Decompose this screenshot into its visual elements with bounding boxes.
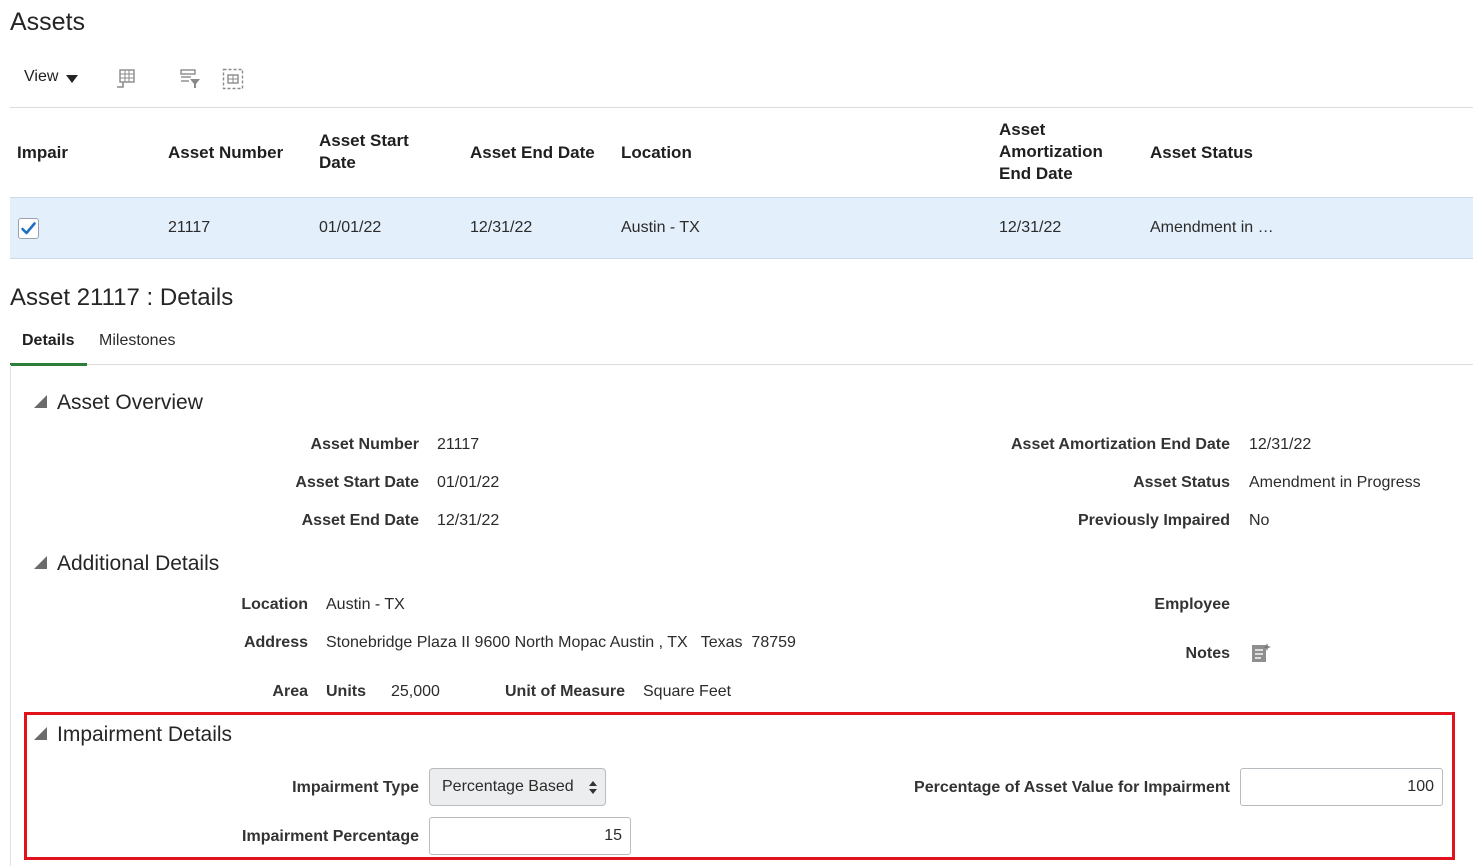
query-by-example-icon[interactable] [179, 68, 201, 90]
notes-icon[interactable] [1250, 642, 1272, 664]
freeze-columns-icon[interactable] [114, 68, 136, 90]
cell-asset-status: Amendment in … [1150, 219, 1274, 236]
label-asset-status: Asset Status [1133, 474, 1230, 491]
label-employee: Employee [1154, 596, 1230, 613]
impair-checkbox[interactable] [18, 218, 39, 239]
page-title: Assets [10, 8, 86, 36]
label-impairment-type: Impairment Type [292, 779, 419, 796]
cell-asset-start-date: 01/01/22 [319, 219, 382, 236]
impairment-type-value: Percentage Based [442, 778, 574, 795]
label-location: Location [241, 596, 308, 613]
label-asset-end-date: Asset End Date [301, 512, 419, 529]
section-title-impairment-details: Impairment Details [57, 723, 233, 746]
percentage-of-asset-value-input[interactable]: 100 [1240, 768, 1443, 806]
column-header-asset-end-date[interactable]: Asset End Date [470, 142, 595, 164]
column-header-asset-status[interactable]: Asset Status [1150, 142, 1253, 164]
column-header-line: Asset [999, 120, 1046, 139]
detach-icon[interactable] [222, 68, 244, 90]
label-impairment-percentage: Impairment Percentage [242, 828, 419, 845]
select-updown-icon [589, 781, 597, 794]
value-address: Stonebridge Plaza II 9600 North Mopac Au… [326, 634, 796, 651]
label-units: Units [326, 683, 366, 700]
caret-down-icon [66, 74, 79, 83]
cell-amortization-end-date: 12/31/22 [999, 219, 1062, 236]
label-address: Address [243, 634, 308, 651]
value-amortization-end-date: 12/31/22 [1249, 436, 1312, 453]
column-header-line: End Date [999, 164, 1073, 183]
value-location: Austin - TX [326, 596, 405, 613]
label-asset-number: Asset Number [310, 436, 419, 453]
label-area: Area [272, 683, 308, 700]
value-previously-impaired: No [1249, 512, 1270, 529]
table-top-divider [10, 107, 1473, 108]
label-unit-of-measure: Unit of Measure [504, 683, 625, 700]
label-previously-impaired: Previously Impaired [1077, 512, 1230, 529]
checkmark-icon [21, 222, 36, 235]
column-header-asset-number[interactable]: Asset Number [168, 142, 283, 164]
column-header-line: Amortization [999, 142, 1103, 161]
section-title-additional-details: Additional Details [57, 552, 220, 575]
value-asset-end-date: 12/31/22 [437, 512, 500, 529]
column-header-location[interactable]: Location [621, 142, 692, 164]
collapse-triangle-icon[interactable] [34, 395, 47, 408]
value-asset-number: 21117 [437, 436, 480, 453]
value-asset-start-date: 01/01/22 [437, 474, 500, 491]
tab-milestones[interactable]: Milestones [99, 332, 175, 350]
content-left-border [10, 365, 11, 866]
tabs-divider [10, 364, 1473, 365]
cell-asset-end-date: 12/31/22 [470, 219, 533, 236]
label-asset-start-date: Asset Start Date [295, 474, 419, 491]
column-header-amortization-end-date[interactable]: Asset Amortization End Date [999, 119, 1103, 185]
tab-details-label: Details [22, 332, 75, 349]
section-title-asset-overview: Asset Overview [57, 391, 203, 414]
impairment-percentage-input[interactable]: 15 [429, 817, 631, 855]
value-unit-of-measure: Square Feet [643, 683, 732, 700]
column-header-line: Date [319, 153, 356, 172]
collapse-triangle-icon[interactable] [34, 556, 47, 569]
cell-location: Austin - TX [621, 219, 700, 236]
label-amortization-end-date: Asset Amortization End Date [1011, 436, 1230, 453]
label-percentage-of-asset-value: Percentage of Asset Value for Impairment [914, 779, 1230, 796]
value-units: 25,000 [391, 683, 440, 700]
view-menu-button[interactable]: View [24, 68, 79, 86]
tab-details[interactable]: Details [10, 326, 87, 366]
details-title: Asset 21117 : Details [10, 284, 234, 311]
impairment-type-select[interactable]: Percentage Based [429, 768, 606, 806]
label-notes: Notes [1185, 645, 1230, 662]
value-asset-status: Amendment in Progress [1249, 474, 1421, 491]
view-menu-label: View [24, 68, 59, 85]
column-header-asset-start-date[interactable]: Asset Start Date [319, 130, 409, 174]
column-header-impair[interactable]: Impair [17, 142, 68, 164]
cell-asset-number: 21117 [168, 219, 211, 236]
collapse-triangle-icon[interactable] [34, 727, 47, 740]
column-header-line: Asset Start [319, 131, 409, 150]
